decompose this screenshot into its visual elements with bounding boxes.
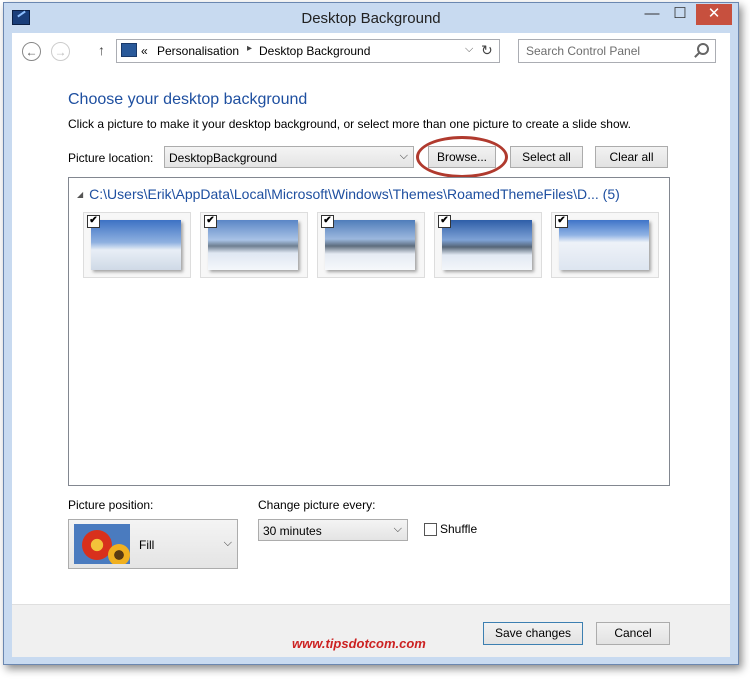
flower-image [108,544,130,564]
minimize-button[interactable]: — [638,4,666,25]
picture-gallery[interactable]: ◢ C:\Users\Erik\AppData\Local\Microsoft\W… [68,177,670,486]
thumbnail-item[interactable]: ✔ [83,212,191,278]
browse-highlight-circle [416,136,508,178]
shuffle-checkbox[interactable] [424,523,437,536]
chevron-down-icon: ⌵ [399,150,408,162]
chevron-down-icon: ⌵ [393,523,402,535]
thumbnail-checkbox[interactable]: ✔ [321,215,334,228]
mountain-thumbnail-image[interactable] [91,220,181,270]
watermark-text: www.tipsdotcom.com [292,636,426,651]
cancel-button[interactable]: Cancel [596,622,670,645]
address-bar[interactable]: « Personalisation ▸ Desktop Background ⌵… [116,39,500,63]
breadcrumb-desktop-background[interactable]: Desktop Background [259,44,370,58]
desktop-background-window: Desktop Background — ☐ ✕ ← → ↑ « Persona… [3,2,739,665]
picture-position-label: Picture position: [68,498,154,512]
search-icon[interactable] [697,43,709,55]
thumbnail-checkbox[interactable]: ✔ [438,215,451,228]
window-title: Desktop Background [301,10,441,27]
folder-group-header[interactable]: ◢ C:\Users\Erik\AppData\Local\Microsoft\W… [77,186,620,202]
mountain-thumbnail-image[interactable] [208,220,298,270]
picture-location-label: Picture location: [68,151,154,165]
picture-location-value: DesktopBackground [169,151,278,165]
thumbnail-checkbox[interactable]: ✔ [87,215,100,228]
navigation-bar: ← → ↑ « Personalisation ▸ Desktop Backgr… [12,33,730,71]
change-picture-label: Change picture every: [258,498,376,512]
address-overflow-chevron[interactable]: « [141,44,148,58]
thumbnail-item[interactable]: ✔ [317,212,425,278]
thumbnail-item[interactable]: ✔ [200,212,308,278]
change-picture-value: 30 minutes [263,524,322,538]
picture-location-select[interactable]: DesktopBackground ⌵ [164,146,414,168]
thumbnail-item[interactable]: ✔ [551,212,659,278]
save-changes-button[interactable]: Save changes [483,622,583,645]
folder-path: C:\Users\Erik\AppData\Local\Microsoft\Wi… [89,186,599,202]
shuffle-label[interactable]: Shuffle [440,522,477,536]
footer-bar: www.tipsdotcom.com Save changes Cancel [12,604,730,657]
main-content: Choose your desktop background Click a p… [12,71,730,604]
clear-all-button[interactable]: Clear all [595,146,668,168]
picture-position-select[interactable]: Fill ⌵ [68,519,238,569]
change-picture-select[interactable]: 30 minutes ⌵ [258,519,408,541]
up-button[interactable]: ↑ [98,42,105,58]
forward-button[interactable]: → [51,42,70,61]
page-description: Click a picture to make it your desktop … [68,117,631,131]
mountain-thumbnail-image[interactable] [442,220,532,270]
maximize-button[interactable]: ☐ [666,4,694,25]
control-panel-icon [121,43,137,57]
title-bar: Desktop Background — ☐ ✕ [4,3,738,33]
page-heading: Choose your desktop background [68,91,308,108]
collapse-triangle-icon[interactable]: ◢ [77,190,83,199]
thumbnail-checkbox[interactable]: ✔ [555,215,568,228]
search-box[interactable]: Search Control Panel [518,39,716,63]
chevron-down-icon: ⌵ [223,537,232,549]
folder-count: (5) [602,186,620,202]
select-all-button[interactable]: Select all [510,146,583,168]
breadcrumb-separator-icon[interactable]: ▸ [247,43,252,54]
snow-slope-thumbnail-image[interactable] [559,220,649,270]
back-button[interactable]: ← [22,42,41,61]
thumbnail-checkbox[interactable]: ✔ [204,215,217,228]
close-button[interactable]: ✕ [696,4,732,25]
refresh-icon[interactable]: ↻ [481,42,493,59]
picture-position-value: Fill [139,538,155,552]
mountain-thumbnail-image[interactable] [325,220,415,270]
address-dropdown-icon[interactable]: ⌵ [465,43,473,56]
search-input[interactable]: Search Control Panel [526,44,640,58]
position-preview-image [74,524,130,564]
thumbnail-item[interactable]: ✔ [434,212,542,278]
breadcrumb-personalisation[interactable]: Personalisation [157,44,239,58]
